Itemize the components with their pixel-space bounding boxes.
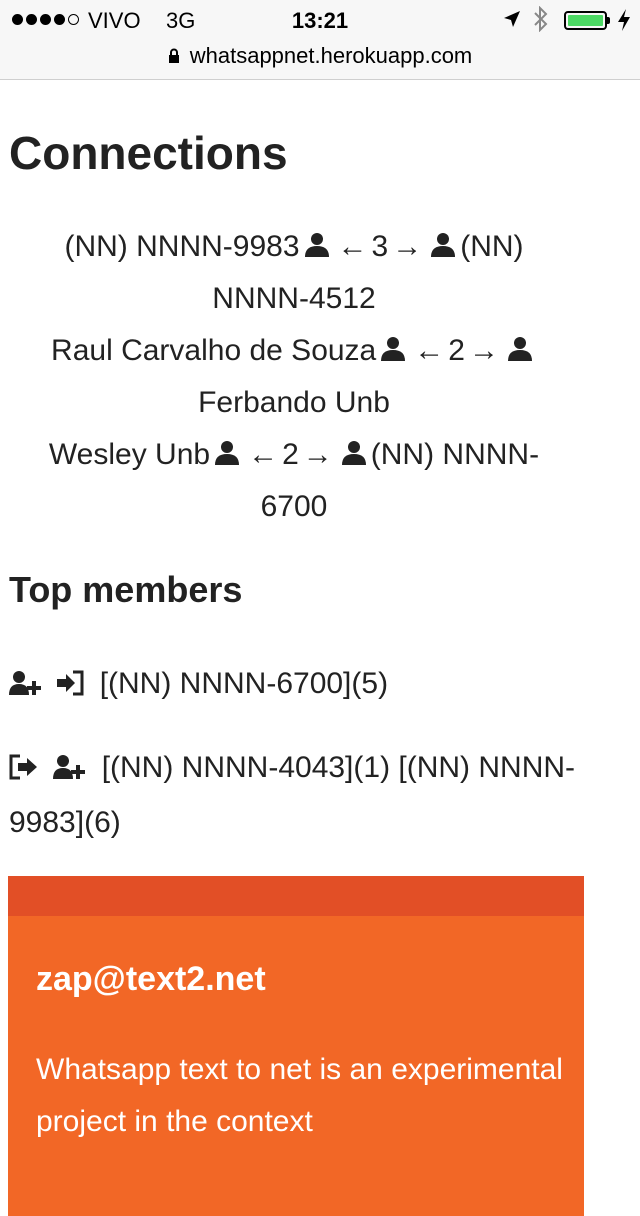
arrow-left-icon: ← <box>248 438 279 471</box>
connection-count: 3 <box>371 230 389 263</box>
connections-list: (NN) NNNN-9983 ← 3 → (NN) NNNN-4512 Raul Carv… <box>16 221 572 533</box>
charging-bolt-icon <box>618 9 630 31</box>
connection-from: Raul Carvalho de Souza <box>51 334 377 367</box>
location-arrow-icon <box>504 11 520 27</box>
info-card: zap@text2.net Whatsapp text to net is an… <box>8 876 584 1216</box>
battery-level <box>568 15 603 26</box>
sign-in-icon <box>57 661 85 713</box>
connection-item: (NN) NNNN-9983 ← 3 → (NN) NNNN-4512 <box>16 221 572 325</box>
user-icon <box>304 223 330 257</box>
browser-chrome: VIVO 3G 13:21 whatsappnet.herokuapp.com <box>0 0 640 80</box>
user-plus-icon <box>53 745 87 797</box>
connection-item: Raul Carvalho de Souza ← 2 → Ferbando Unb <box>16 325 572 429</box>
section-title-top-members: Top members <box>9 569 243 610</box>
card-text: Whatsapp text to net is an experimental … <box>36 1053 563 1138</box>
user-icon <box>507 327 533 361</box>
page-title: Connections <box>9 127 288 179</box>
connection-count: 2 <box>448 334 465 367</box>
arrow-left-icon: ← <box>414 334 445 367</box>
battery-nub <box>607 17 610 24</box>
user-icon <box>380 327 406 361</box>
connection-item: Wesley Unb ← 2 → (NN) NNNN-6700 <box>16 429 572 533</box>
user-icon <box>214 431 240 465</box>
address-bar[interactable]: whatsappnet.herokuapp.com <box>0 40 640 72</box>
url-text[interactable]: whatsappnet.herokuapp.com <box>190 43 473 69</box>
bluetooth-icon <box>534 6 548 32</box>
top-member-row: [(NN) NNNN-4043](1) [(NN) NNNN-9983](6) <box>9 742 609 849</box>
sign-out-icon <box>9 745 39 797</box>
arrow-left-icon: ← <box>337 230 368 263</box>
user-icon <box>430 223 456 257</box>
user-plus-icon <box>9 661 43 713</box>
card-title: zap@text2.net <box>36 960 266 998</box>
connection-from: (NN) NNNN-9983 <box>64 230 300 263</box>
card-header-bar <box>8 876 584 916</box>
arrow-right-icon: → <box>302 438 333 471</box>
top-member-text: [(NN) NNNN-6700](5) <box>99 667 389 700</box>
user-icon <box>341 431 367 465</box>
connection-from: Wesley Unb <box>48 438 211 471</box>
status-bar: VIVO 3G 13:21 <box>0 0 640 40</box>
arrow-right-icon: → <box>392 230 423 263</box>
top-member-row: [(NN) NNNN-6700](5) <box>9 658 609 713</box>
connection-count: 2 <box>282 438 299 471</box>
arrow-right-icon: → <box>468 334 499 367</box>
connection-to: Ferbando Unb <box>198 386 390 419</box>
lock-icon <box>168 48 179 63</box>
top-member-text: [(NN) NNNN-4043](1) [(NN) NNNN-9983](6) <box>9 751 576 839</box>
battery-icon <box>564 11 607 30</box>
